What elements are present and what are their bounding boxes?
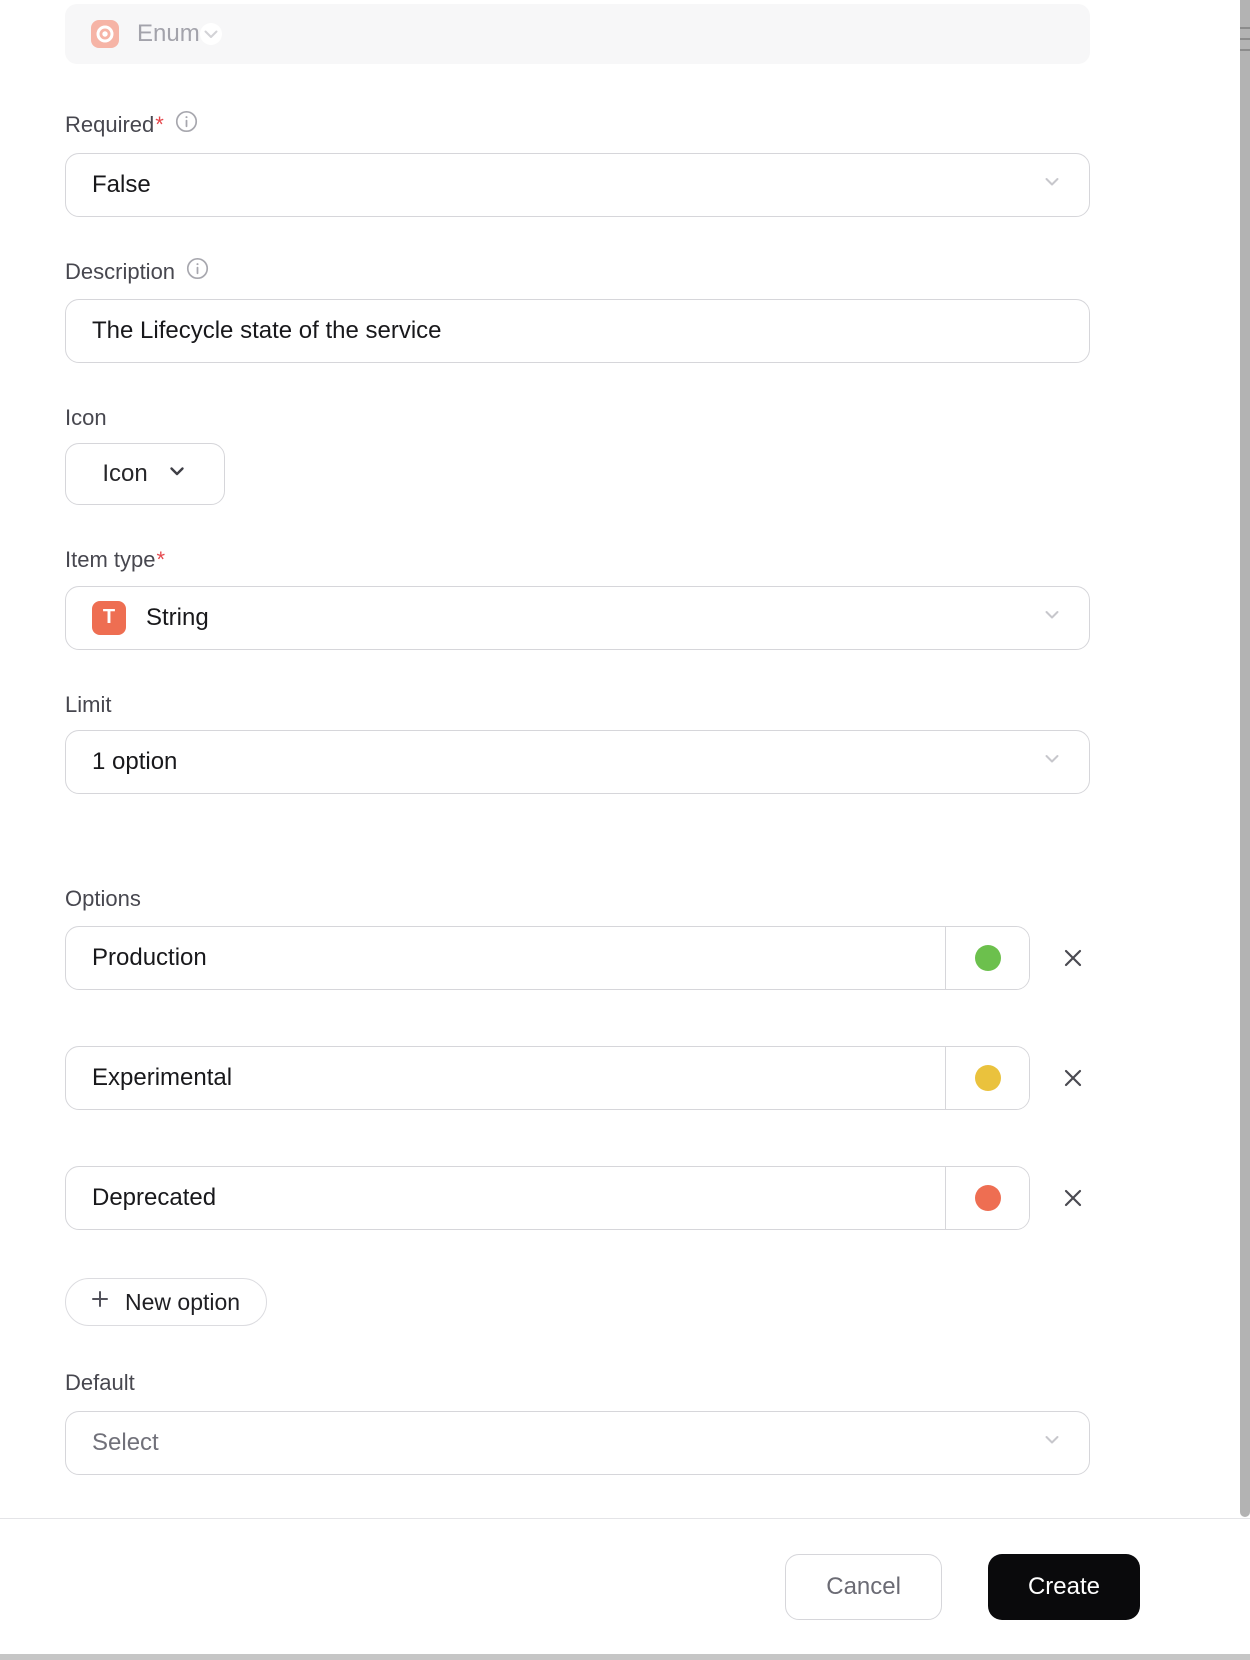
- option-field: [65, 926, 1030, 991]
- chevron-down-icon: [1041, 171, 1063, 200]
- field-type-value: Enum: [137, 20, 200, 47]
- default-placeholder: Select: [92, 1428, 159, 1456]
- required-asterisk: *: [155, 111, 164, 137]
- options-label: Options: [65, 885, 141, 911]
- info-icon[interactable]: [186, 257, 209, 286]
- option-color-button[interactable]: [945, 927, 1029, 990]
- required-value: False: [92, 171, 151, 199]
- field-form: Enum Required* False Description The Lif…: [65, 0, 1090, 1475]
- option-color-dot: [974, 945, 1001, 972]
- info-icon[interactable]: [175, 110, 198, 139]
- required-asterisk: *: [156, 547, 166, 573]
- chevron-down-icon: [1041, 747, 1063, 776]
- field-type-select[interactable]: Enum: [65, 4, 1090, 64]
- icon-picker-label: Icon: [102, 460, 148, 488]
- scrollbar-grip-line: [1240, 27, 1250, 29]
- option-color-dot: [974, 1065, 1001, 1092]
- string-type-icon: T: [92, 600, 126, 635]
- option-color-dot: [974, 1185, 1001, 1212]
- close-icon: [1064, 950, 1082, 967]
- remove-option-button[interactable]: [1056, 1061, 1090, 1095]
- option-row: [65, 1166, 1090, 1231]
- chevron-down-icon: [166, 460, 188, 489]
- new-option-button[interactable]: New option: [65, 1278, 268, 1327]
- required-label: Required*: [65, 110, 1090, 139]
- default-label: Default: [65, 1370, 135, 1396]
- chevron-down-icon: [1041, 603, 1063, 632]
- limit-label: Limit: [65, 691, 112, 717]
- cancel-button[interactable]: Cancel: [785, 1553, 942, 1620]
- option-field: [65, 1046, 1030, 1111]
- icon-label: Icon: [65, 404, 107, 430]
- dialog-footer: Cancel Create: [0, 1518, 1250, 1654]
- limit-value: 1 option: [92, 747, 178, 775]
- close-icon: [1064, 1190, 1082, 1207]
- option-value-input[interactable]: [66, 1047, 945, 1110]
- description-label: Description: [65, 257, 1090, 286]
- chevron-down-icon: [1041, 1428, 1063, 1457]
- option-field: [65, 1166, 1030, 1231]
- item-type-select[interactable]: T String: [65, 585, 1090, 650]
- option-value-input[interactable]: [66, 927, 945, 990]
- option-row: [65, 926, 1090, 991]
- description-input[interactable]: [65, 298, 1090, 363]
- scrollbar[interactable]: [1240, 0, 1250, 1517]
- default-select[interactable]: Select: [65, 1410, 1090, 1475]
- limit-select[interactable]: 1 option: [65, 729, 1090, 794]
- new-option-label: New option: [125, 1288, 241, 1315]
- option-color-button[interactable]: [945, 1167, 1029, 1230]
- create-button[interactable]: Create: [987, 1553, 1140, 1620]
- enum-icon: [91, 20, 119, 48]
- scrollbar-grip-line: [1240, 49, 1250, 51]
- chevron-down-icon: [199, 23, 222, 45]
- required-select[interactable]: False: [65, 153, 1090, 218]
- window-bottom-edge: [0, 1654, 1250, 1660]
- remove-option-button[interactable]: [1056, 1181, 1090, 1215]
- option-value-input[interactable]: [66, 1167, 945, 1230]
- item-type-value: String: [146, 603, 209, 631]
- close-icon: [1064, 1070, 1082, 1087]
- item-type-label: Item type*: [65, 547, 166, 573]
- scrollbar-grip-line: [1240, 38, 1250, 40]
- option-color-button[interactable]: [945, 1047, 1029, 1110]
- plus-icon: [88, 1287, 112, 1317]
- remove-option-button[interactable]: [1056, 941, 1090, 975]
- icon-picker-button[interactable]: Icon: [65, 443, 225, 506]
- option-row: [65, 1046, 1090, 1111]
